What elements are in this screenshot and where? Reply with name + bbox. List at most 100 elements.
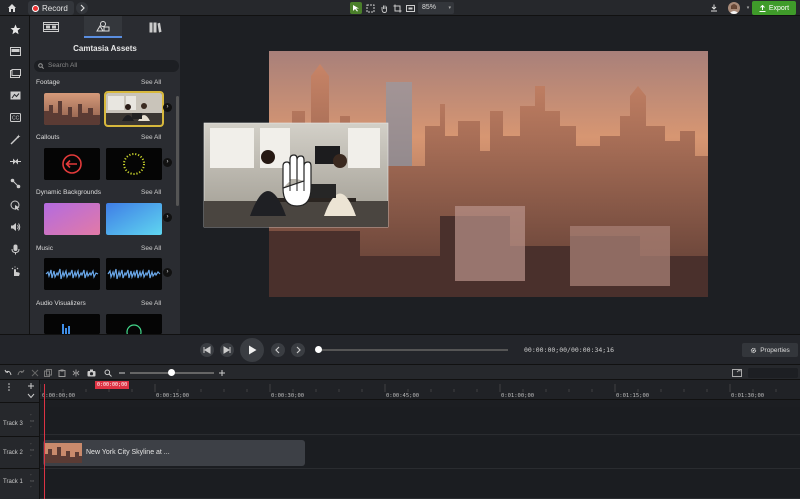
tab-library[interactable] bbox=[136, 16, 174, 38]
chevron-right-icon[interactable]: › bbox=[163, 103, 172, 112]
see-all-backgrounds-link[interactable]: See All bbox=[141, 189, 161, 196]
film-strip-icon bbox=[43, 22, 59, 32]
see-all-visualizers-link[interactable]: See All bbox=[141, 300, 161, 307]
chevron-right-icon[interactable]: › bbox=[163, 268, 172, 277]
search-input[interactable]: Search All bbox=[34, 60, 179, 72]
callout-thumbnail-arrow[interactable] bbox=[44, 148, 100, 180]
timeline-ruler[interactable]: 0:00:00;00 0:00:00;00 0:00:15;00 0:00:30… bbox=[40, 380, 800, 400]
download-icon[interactable] bbox=[708, 2, 720, 14]
redo-icon[interactable] bbox=[16, 368, 26, 378]
playhead[interactable] bbox=[44, 384, 45, 499]
zoom-select[interactable]: 85% ▾ bbox=[418, 2, 454, 14]
music-thumbnail-1[interactable] bbox=[44, 258, 100, 290]
step-back-button[interactable] bbox=[200, 343, 214, 357]
footage-thumbnail-office[interactable] bbox=[104, 91, 164, 127]
track-2-controls[interactable]: ◦ ▭ ◦ bbox=[30, 441, 36, 459]
ruler-tick: 0:00:45;00 bbox=[386, 393, 420, 399]
properties-button[interactable]: Properties bbox=[742, 343, 798, 357]
fit-canvas-icon[interactable] bbox=[404, 2, 416, 14]
canvas-preview[interactable] bbox=[180, 16, 800, 334]
track-3-lane[interactable] bbox=[40, 407, 800, 435]
scrub-bar[interactable] bbox=[318, 349, 508, 351]
track-headers: Track 3 ◦ ▭ ◦ Track 2 ◦ ▭ ◦ Track 1 ◦ ▭ ◦ bbox=[0, 380, 40, 499]
paste-icon[interactable] bbox=[57, 368, 67, 378]
section-label-footage: Footage bbox=[36, 79, 60, 86]
step-forward-icon bbox=[223, 346, 231, 354]
favorites-star-icon[interactable] bbox=[8, 22, 22, 36]
track-3-label: Track 3 bbox=[3, 421, 23, 427]
split-icon[interactable] bbox=[71, 368, 81, 378]
track-1-controls[interactable]: ◦ ▭ ◦ bbox=[30, 472, 36, 490]
chevron-right-icon[interactable] bbox=[76, 2, 88, 14]
timeline-clip-skyline[interactable]: New York City Skyline at ... bbox=[43, 440, 305, 466]
crop-icon[interactable] bbox=[391, 2, 403, 14]
play-button[interactable] bbox=[240, 338, 264, 362]
assets-scrollbar[interactable] bbox=[176, 96, 179, 206]
visualizer-thumbnail-bars[interactable] bbox=[44, 314, 100, 334]
scrub-handle[interactable] bbox=[315, 346, 322, 353]
canvas-area bbox=[180, 16, 800, 334]
crop-handles-icon[interactable] bbox=[364, 2, 376, 14]
tab-media[interactable] bbox=[32, 16, 70, 38]
zoom-value: 85% bbox=[422, 4, 437, 11]
chevron-right-icon[interactable]: › bbox=[163, 158, 172, 167]
magic-wand-icon[interactable] bbox=[8, 132, 22, 146]
transitions-icon[interactable] bbox=[8, 154, 22, 168]
background-thumbnail-blue[interactable] bbox=[106, 203, 162, 235]
camera-icon[interactable] bbox=[86, 368, 96, 378]
zoom-in-icon[interactable] bbox=[217, 368, 227, 378]
next-marker-button[interactable] bbox=[291, 343, 305, 357]
favorites-media-icon[interactable] bbox=[8, 88, 22, 102]
export-button[interactable]: Export bbox=[752, 1, 796, 15]
ruler-ticks bbox=[40, 384, 777, 392]
home-icon[interactable] bbox=[6, 2, 18, 14]
gear-icon bbox=[751, 347, 757, 353]
section-label-music: Music bbox=[36, 245, 53, 252]
add-track-icon[interactable] bbox=[26, 381, 36, 391]
callout-thumbnail-burst[interactable] bbox=[106, 148, 162, 180]
background-thumbnail-purple[interactable] bbox=[44, 203, 100, 235]
chevron-right-icon[interactable]: › bbox=[163, 213, 172, 222]
pan-hand-icon[interactable] bbox=[378, 2, 390, 14]
ruler-tick: 0:00:30;00 bbox=[271, 393, 305, 399]
see-all-music-link[interactable]: See All bbox=[141, 245, 161, 252]
voice-narration-icon[interactable] bbox=[8, 242, 22, 256]
record-button[interactable]: Record bbox=[28, 1, 74, 15]
tab-assets[interactable] bbox=[84, 16, 122, 38]
track-options-icon[interactable] bbox=[4, 382, 14, 392]
pan-hand-cursor-icon bbox=[282, 154, 312, 207]
media-bin-icon[interactable] bbox=[8, 44, 22, 58]
avatar[interactable] bbox=[728, 2, 740, 14]
audio-effects-icon[interactable] bbox=[8, 220, 22, 234]
divider bbox=[0, 468, 40, 469]
see-all-callouts-link[interactable]: See All bbox=[141, 134, 161, 141]
footage-thumbnail-skyline[interactable] bbox=[44, 93, 100, 125]
track-3-controls[interactable]: ◦ ▭ ◦ bbox=[30, 412, 36, 430]
ruler-tick: 0:00:00;00 bbox=[42, 393, 76, 399]
collapse-tracks-icon[interactable] bbox=[26, 391, 36, 401]
cursor-effects-icon[interactable] bbox=[8, 198, 22, 212]
zoom-out-icon[interactable] bbox=[117, 368, 127, 378]
detach-timeline-icon[interactable] bbox=[732, 368, 742, 378]
track-1-lane[interactable] bbox=[40, 469, 800, 499]
see-all-footage-link[interactable]: See All bbox=[141, 79, 161, 86]
select-tool-icon[interactable] bbox=[350, 2, 362, 14]
previous-marker-button[interactable] bbox=[271, 343, 285, 357]
cut-icon[interactable] bbox=[30, 368, 40, 378]
chevron-right-icon bbox=[296, 346, 301, 354]
section-label-callouts: Callouts bbox=[36, 134, 60, 141]
animations-icon[interactable] bbox=[8, 176, 22, 190]
timeline-search-input[interactable] bbox=[748, 368, 798, 378]
music-thumbnail-2[interactable] bbox=[106, 258, 162, 290]
step-forward-button[interactable] bbox=[220, 343, 234, 357]
library-icon[interactable] bbox=[8, 66, 22, 80]
undo-icon[interactable] bbox=[3, 368, 13, 378]
timeline-zoom-handle[interactable] bbox=[168, 369, 175, 376]
captions-icon[interactable]: CC bbox=[8, 110, 22, 124]
copy-icon[interactable] bbox=[43, 368, 53, 378]
zoom-search-icon[interactable] bbox=[103, 368, 113, 378]
play-icon bbox=[249, 345, 257, 355]
interactivity-icon[interactable] bbox=[8, 264, 22, 278]
visualizer-thumbnail-circle[interactable] bbox=[106, 314, 162, 334]
top-toolbar: Record 85% ▾ ▾ Export bbox=[0, 0, 800, 16]
